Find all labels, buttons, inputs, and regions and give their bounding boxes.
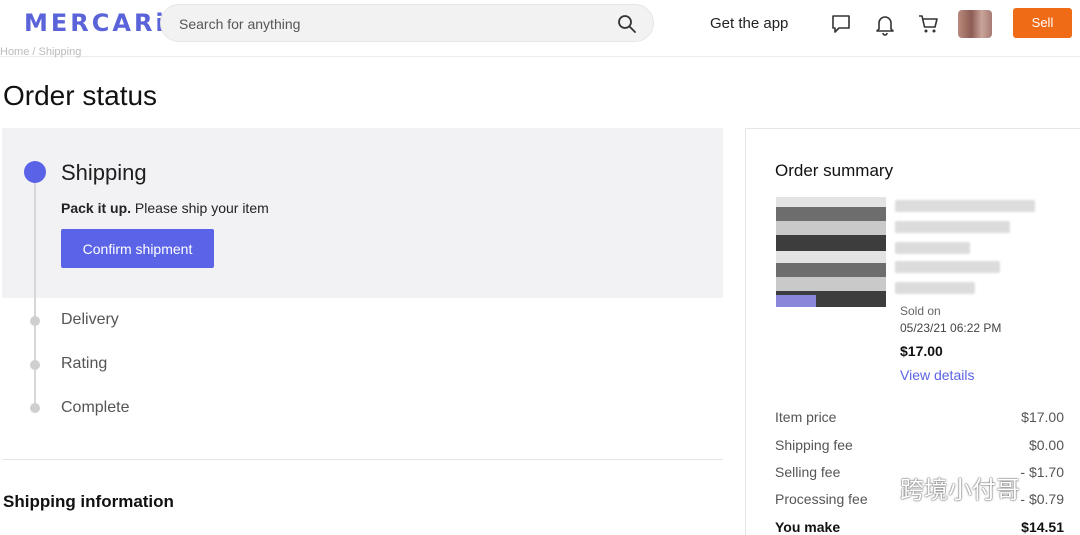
search-bar[interactable] [160, 4, 654, 42]
cart-icon[interactable] [917, 12, 941, 36]
sell-button[interactable]: Sell [1013, 8, 1072, 38]
step-indicator [30, 360, 40, 370]
chat-icon[interactable] [829, 12, 853, 36]
get-the-app-link[interactable]: Get the app [710, 15, 788, 32]
selling-fee-label: Selling fee [775, 464, 841, 480]
confirm-shipment-button[interactable]: Confirm shipment [61, 229, 214, 268]
watermark-text: 跨境小付哥 [900, 475, 1020, 504]
item-price-value: $17.00 [1021, 409, 1064, 425]
sold-date: 05/23/21 06:22 PM [900, 321, 1002, 335]
item-title-redacted [895, 242, 970, 254]
shipping-fee-value: $0.00 [1028, 437, 1064, 453]
step-description-text: Please ship your item [131, 200, 269, 216]
sold-on-label: Sold on [900, 304, 941, 318]
step-indicator [30, 403, 40, 413]
item-title-redacted [895, 221, 1010, 233]
step-indicator-active [24, 161, 46, 183]
sold-price: $17.00 [900, 343, 943, 359]
search-icon[interactable] [617, 14, 637, 34]
top-nav: MERCARi Get the app Sell [0, 0, 1080, 57]
processing-fee-label: Processing fee [775, 491, 868, 507]
section-divider [2, 459, 723, 460]
selling-fee-value: - $1.70 [1020, 464, 1064, 480]
item-thumbnail[interactable] [776, 197, 886, 307]
step-complete: Complete [61, 399, 130, 416]
shipping-fee-label: Shipping fee [775, 437, 853, 453]
item-title-redacted [895, 200, 1035, 212]
step-description-bold: Pack it up. [61, 200, 132, 216]
wechat-icon [859, 475, 893, 499]
page-title: Order status [3, 80, 158, 111]
timeline-line [34, 180, 36, 410]
step-title-shipping: Shipping [61, 160, 147, 185]
bell-icon[interactable] [873, 12, 897, 36]
mercari-logo[interactable]: MERCARi [24, 9, 167, 37]
step-description: Pack it up. Please ship your item [61, 200, 269, 216]
item-title-redacted [895, 261, 1000, 273]
step-delivery: Delivery [61, 311, 119, 328]
view-details-link[interactable]: View details [900, 367, 974, 383]
order-summary-title: Order summary [775, 161, 894, 180]
step-indicator [30, 316, 40, 326]
watermark: 跨境小付哥 [858, 470, 1020, 504]
item-title-redacted [895, 282, 975, 294]
you-make-value: $14.51 [1021, 519, 1064, 535]
shipping-information-heading: Shipping information [3, 492, 174, 511]
item-price-label: Item price [775, 409, 837, 425]
breadcrumb[interactable]: Home / Shipping [0, 46, 81, 58]
you-make-label: You make [775, 519, 841, 535]
processing-fee-value: - $0.79 [1020, 491, 1064, 507]
step-rating: Rating [61, 355, 108, 372]
search-input[interactable] [179, 14, 599, 34]
avatar[interactable] [958, 10, 992, 38]
